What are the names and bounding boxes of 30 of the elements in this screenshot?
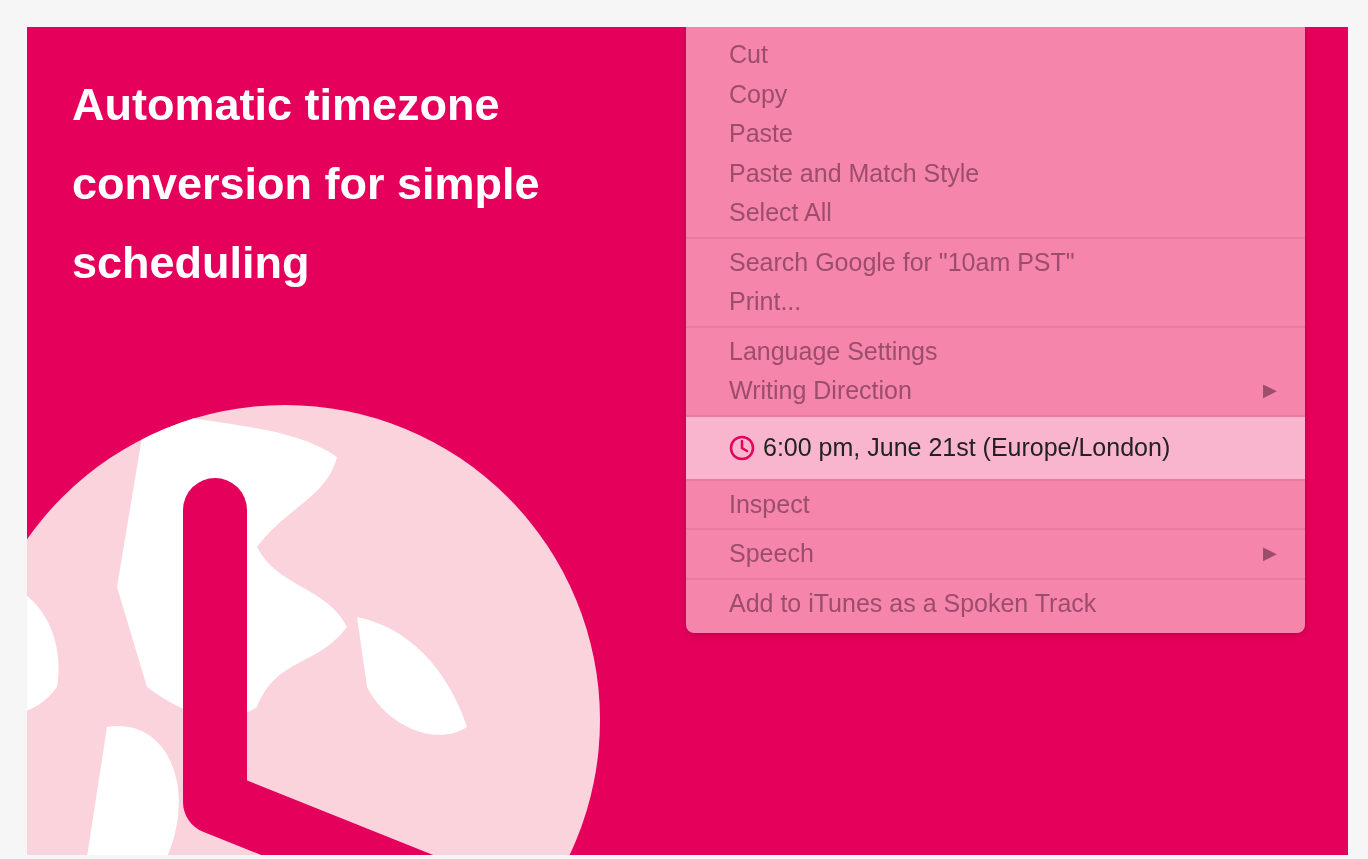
menu-item-label: Language Settings — [729, 335, 938, 367]
menu-item[interactable]: Paste — [686, 114, 1305, 154]
menu-item[interactable]: Language Settings — [686, 331, 1305, 371]
menu-item-label: Copy — [729, 78, 788, 110]
menu-item[interactable]: 6:00 pm, June 21st (Europe/London) — [686, 416, 1305, 479]
menu-item[interactable]: Inspect — [686, 484, 1305, 524]
menu-item-label: Select All — [729, 197, 832, 228]
menu-item-label: Paste and Match Style — [729, 157, 980, 189]
submenu-arrow: ▶ — [1263, 379, 1277, 403]
menu-item-label: 6:00 pm, June 21st (Europe/London) — [763, 431, 1171, 463]
menu-item[interactable]: Speech ▶ — [686, 534, 1305, 574]
clock-icon — [729, 434, 755, 461]
menu-item-label: Inspect — [729, 488, 810, 520]
menu-item-label: Add to iTunes as a Spoken Track — [729, 587, 1097, 619]
headline: Automatic timezone conversion for simple scheduling — [72, 78, 541, 290]
menu-item-label: Cut — [729, 39, 768, 70]
submenu-arrow: ▶ — [1263, 542, 1277, 566]
menu-item[interactable]: Select All — [686, 193, 1305, 233]
menu-item-label: Writing Direction — [729, 375, 912, 406]
menu-item[interactable]: Writing Direction ▶ — [686, 371, 1305, 411]
menu-item[interactable]: Add to iTunes as a Spoken Track — [686, 583, 1305, 623]
menu-item-label: Paste — [729, 118, 793, 149]
menu-item-label: Speech — [729, 538, 814, 569]
menu-item[interactable]: Cut — [686, 35, 1305, 75]
menu-item[interactable]: Print... — [686, 282, 1305, 322]
menu-item[interactable]: Paste and Match Style — [686, 153, 1305, 193]
menu-item[interactable]: Search Google for "10am PST" — [686, 242, 1305, 282]
menu-item-label: Print... — [729, 286, 802, 317]
menu-item-label: Search Google for "10am PST" — [729, 246, 1075, 278]
menu-item[interactable]: Copy — [686, 74, 1305, 114]
